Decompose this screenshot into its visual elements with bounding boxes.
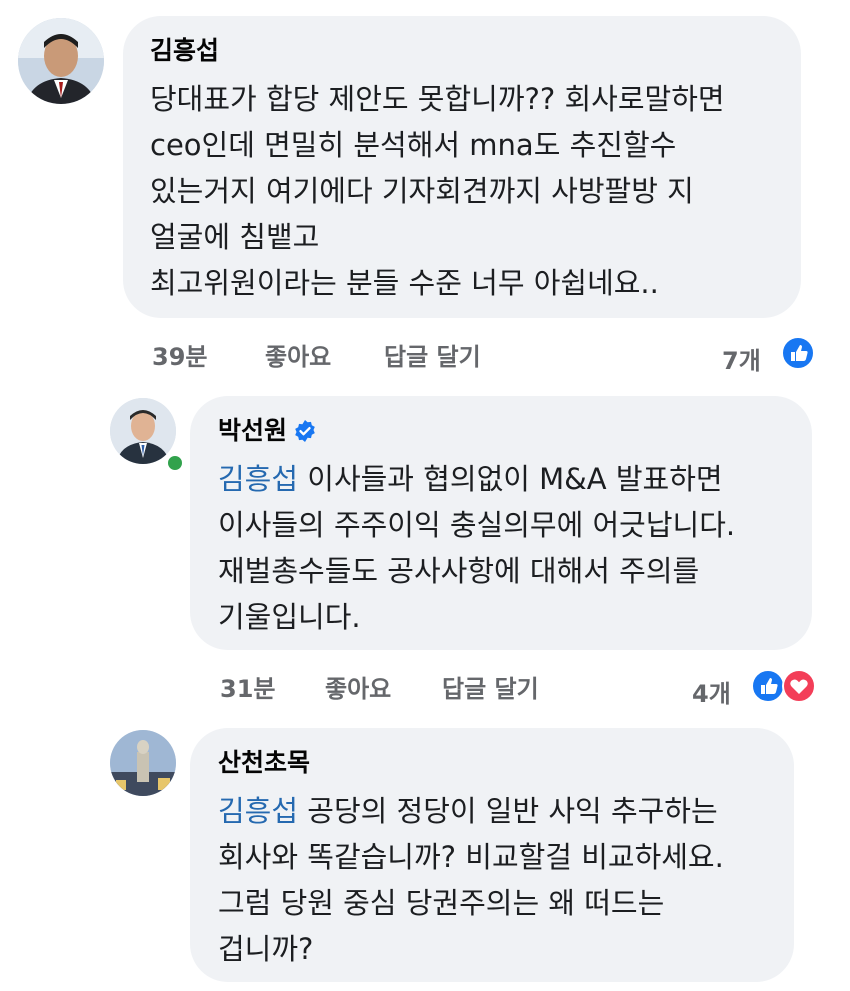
comment-author[interactable]: 김흥섭 [150, 36, 773, 66]
comment-line: 얼굴에 침뱉고 [150, 220, 320, 254]
like-button[interactable]: 좋아요 [325, 669, 391, 704]
comment-line: 기울입니다. [218, 600, 361, 634]
comment-author[interactable]: 산천초목 [218, 748, 770, 778]
mention-link[interactable]: 김흥섭 [218, 794, 298, 828]
comment-line-text: 이사들과 협의없이 M&A 발표하면 [298, 462, 723, 496]
comment-actions: 39분 좋아요 답글 달기 [152, 337, 552, 371]
mention-link[interactable]: 김흥섭 [218, 462, 298, 496]
comment-author: 박선원 [218, 416, 788, 446]
reaction-count[interactable]: 4개 [692, 674, 731, 709]
verified-badge-icon [295, 420, 315, 442]
avatar-park[interactable] [110, 398, 176, 464]
like-button[interactable]: 좋아요 [265, 337, 331, 372]
comment-line: 겁니까? [218, 932, 314, 966]
comment-line: ceo인데 면밀히 분석해서 mna도 추진할수 [150, 128, 677, 162]
comment-body: 당대표가 합당 제안도 못합니까?? 회사로말하면 ceo인데 면밀히 분석해서… [150, 76, 773, 306]
like-icon[interactable] [751, 669, 785, 703]
comment-line: 최고위원이라는 분들 수준 너무 아쉽네요.. [150, 266, 659, 300]
comment-body: 김흥섭 이사들과 협의없이 M&A 발표하면 이사들의 주주이익 충실의무에 어… [218, 456, 788, 640]
comment-author-name[interactable]: 박선원 [218, 416, 287, 445]
comment-line: 당대표가 합당 제안도 못합니까?? 회사로말하면 [150, 82, 725, 116]
like-icon[interactable] [781, 336, 815, 370]
comment-line: 있는거지 여기에다 기자회견까지 사방팔방 지 [150, 174, 694, 208]
comment-timestamp[interactable]: 31분 [220, 669, 275, 704]
comment-line-text: 공당의 정당이 일반 사익 추구하는 [298, 794, 718, 828]
comment-line: 회사와 똑같습니까? 비교할걸 비교하세요. [218, 840, 724, 874]
reply-button[interactable]: 답글 달기 [442, 669, 539, 704]
comment-bubble-park: 박선원 김흥섭 이사들과 협의없이 M&A 발표하면 이사들의 주주이익 충실의… [190, 396, 812, 650]
love-icon[interactable] [782, 669, 816, 703]
comment-bubble-sancheon: 산천초목 김흥섭 공당의 정당이 일반 사익 추구하는 회사와 똑같습니까? 비… [190, 728, 794, 982]
comment-line: 그럼 당원 중심 당권주의는 왜 떠드는 [218, 886, 665, 920]
online-status-indicator [165, 453, 185, 473]
comment-line: 김흥섭 이사들과 협의없이 M&A 발표하면 [218, 456, 788, 502]
comment-actions: 31분 좋아요 답글 달기 [220, 669, 620, 703]
comment-bubble-kim: 김흥섭 당대표가 합당 제안도 못합니까?? 회사로말하면 ceo인데 면밀히 … [123, 16, 801, 318]
reaction-count[interactable]: 7개 [722, 341, 761, 376]
comment-timestamp[interactable]: 39분 [152, 337, 207, 372]
avatar-kim[interactable] [18, 18, 104, 104]
comment-body: 김흥섭 공당의 정당이 일반 사익 추구하는 회사와 똑같습니까? 비교할걸 비… [218, 788, 770, 972]
reply-button[interactable]: 답글 달기 [384, 337, 481, 372]
comment-line: 김흥섭 공당의 정당이 일반 사익 추구하는 [218, 788, 770, 834]
avatar-sancheon[interactable] [110, 730, 176, 796]
comment-line: 재벌총수들도 공사사항에 대해서 주의를 [218, 554, 700, 588]
comment-line: 이사들의 주주이익 충실의무에 어긋납니다. [218, 508, 736, 542]
